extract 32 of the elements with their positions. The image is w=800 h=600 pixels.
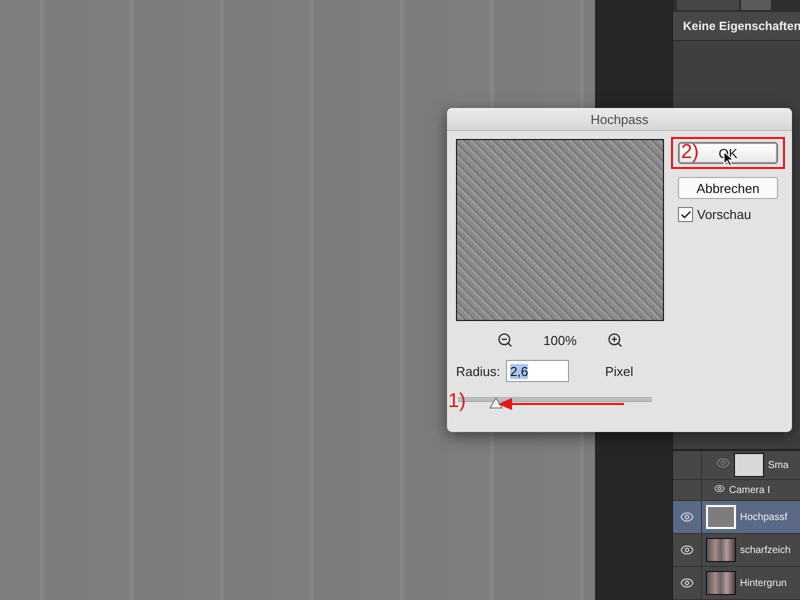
dialog-button[interactable]: Abbrechen [678, 177, 778, 199]
layer-thumbnail [706, 505, 736, 529]
unit-label: Pixel [605, 364, 634, 378]
annotation-number: 1) [448, 390, 466, 413]
eye-icon[interactable] [680, 510, 694, 524]
layer-name: scharfzeich [740, 544, 791, 556]
properties-message: Keine Eigenschaften [683, 19, 800, 33]
layer-row[interactable]: Camera I [673, 480, 800, 501]
zoom-in-icon[interactable] [606, 332, 623, 348]
layer-row[interactable]: Hochpassf [673, 501, 800, 534]
eye-icon[interactable] [680, 543, 694, 557]
layer-row[interactable]: scharfzeich [673, 534, 800, 567]
layer-name: Hochpassf [740, 512, 788, 522]
layer-thumbnail [706, 538, 736, 562]
slider-thumb[interactable] [488, 397, 503, 409]
dialog-title: Hochpass [590, 112, 648, 126]
layer-row[interactable]: Hintergrun [673, 567, 800, 600]
eye-icon[interactable] [714, 483, 725, 494]
layer-name: Sma [768, 460, 789, 470]
zoom-out-icon[interactable] [497, 332, 514, 348]
annotation-number: 2) [681, 141, 699, 164]
radius-field[interactable]: 2,6 [506, 360, 570, 382]
radius-label: Radius: [456, 364, 500, 378]
checkbox[interactable] [678, 207, 693, 222]
checkbox-label: Vorschau [697, 207, 752, 222]
layer-name: Camera I [729, 484, 770, 496]
zoom-level: 100% [543, 332, 577, 348]
eye-icon[interactable] [680, 576, 694, 590]
layer-name: Hintergrun [740, 578, 787, 588]
layer-row[interactable]: Sma [673, 451, 800, 480]
layer-thumbnail [734, 453, 764, 477]
layer-thumbnail [706, 571, 736, 595]
